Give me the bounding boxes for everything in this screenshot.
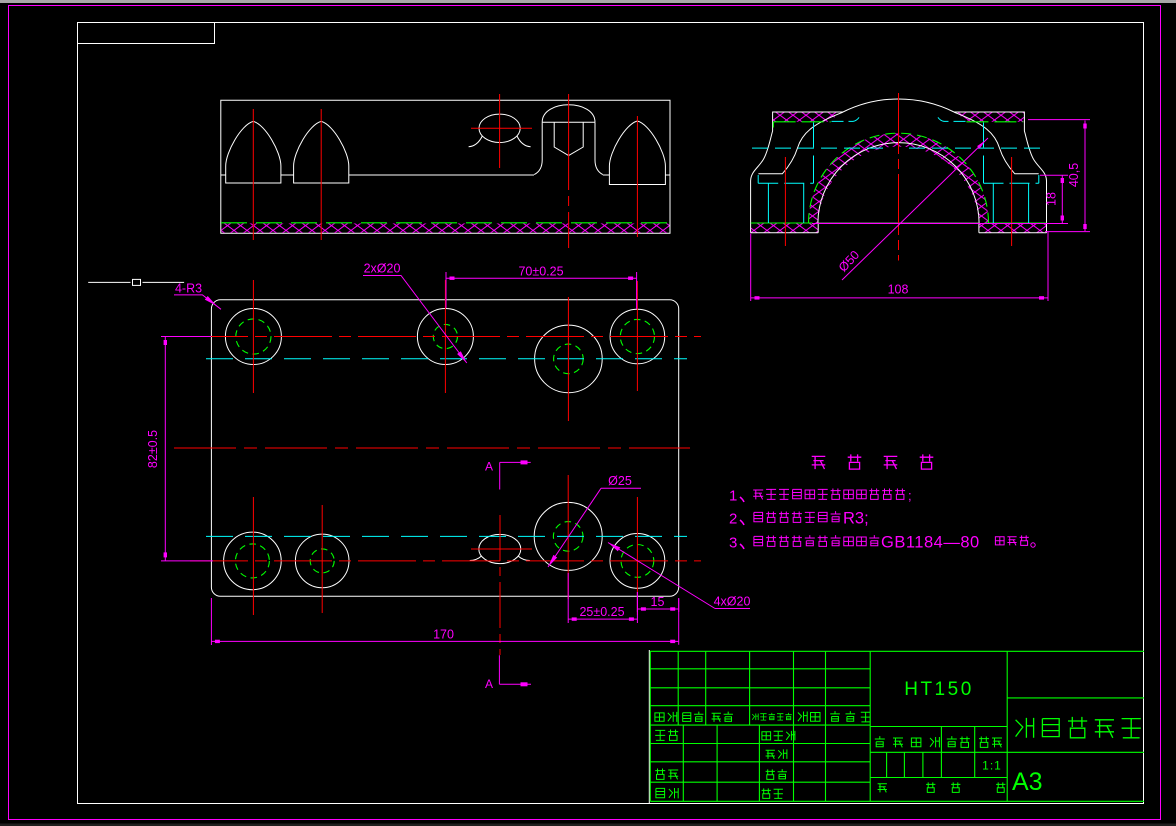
svg-text:A: A	[485, 460, 493, 474]
svg-text:2: 2	[729, 511, 737, 528]
svg-text:70±0.25: 70±0.25	[518, 265, 563, 279]
svg-text:;: ;	[908, 488, 912, 503]
svg-text:2xØ20: 2xØ20	[364, 262, 401, 276]
svg-text:4xØ20: 4xØ20	[714, 595, 751, 609]
svg-text:4-R3: 4-R3	[175, 282, 202, 296]
svg-text:1:1: 1:1	[982, 759, 1002, 773]
svg-text:A3: A3	[1012, 768, 1043, 796]
svg-text:A: A	[485, 677, 493, 691]
svg-text:108: 108	[888, 283, 909, 297]
svg-text:1: 1	[729, 488, 737, 505]
svg-text:25±0.25: 25±0.25	[579, 605, 624, 619]
svg-text:R3;: R3;	[843, 510, 869, 528]
svg-text:HT150: HT150	[904, 679, 974, 700]
svg-text:GB1184—80: GB1184—80	[881, 534, 980, 552]
svg-text:170: 170	[433, 628, 454, 642]
svg-text:Ø25: Ø25	[608, 474, 632, 488]
svg-text:18: 18	[1045, 192, 1059, 206]
svg-text:40,5: 40,5	[1067, 163, 1081, 187]
svg-text:15: 15	[651, 595, 665, 609]
svg-text:3: 3	[729, 535, 737, 552]
svg-text:82±0.5: 82±0.5	[146, 430, 160, 468]
